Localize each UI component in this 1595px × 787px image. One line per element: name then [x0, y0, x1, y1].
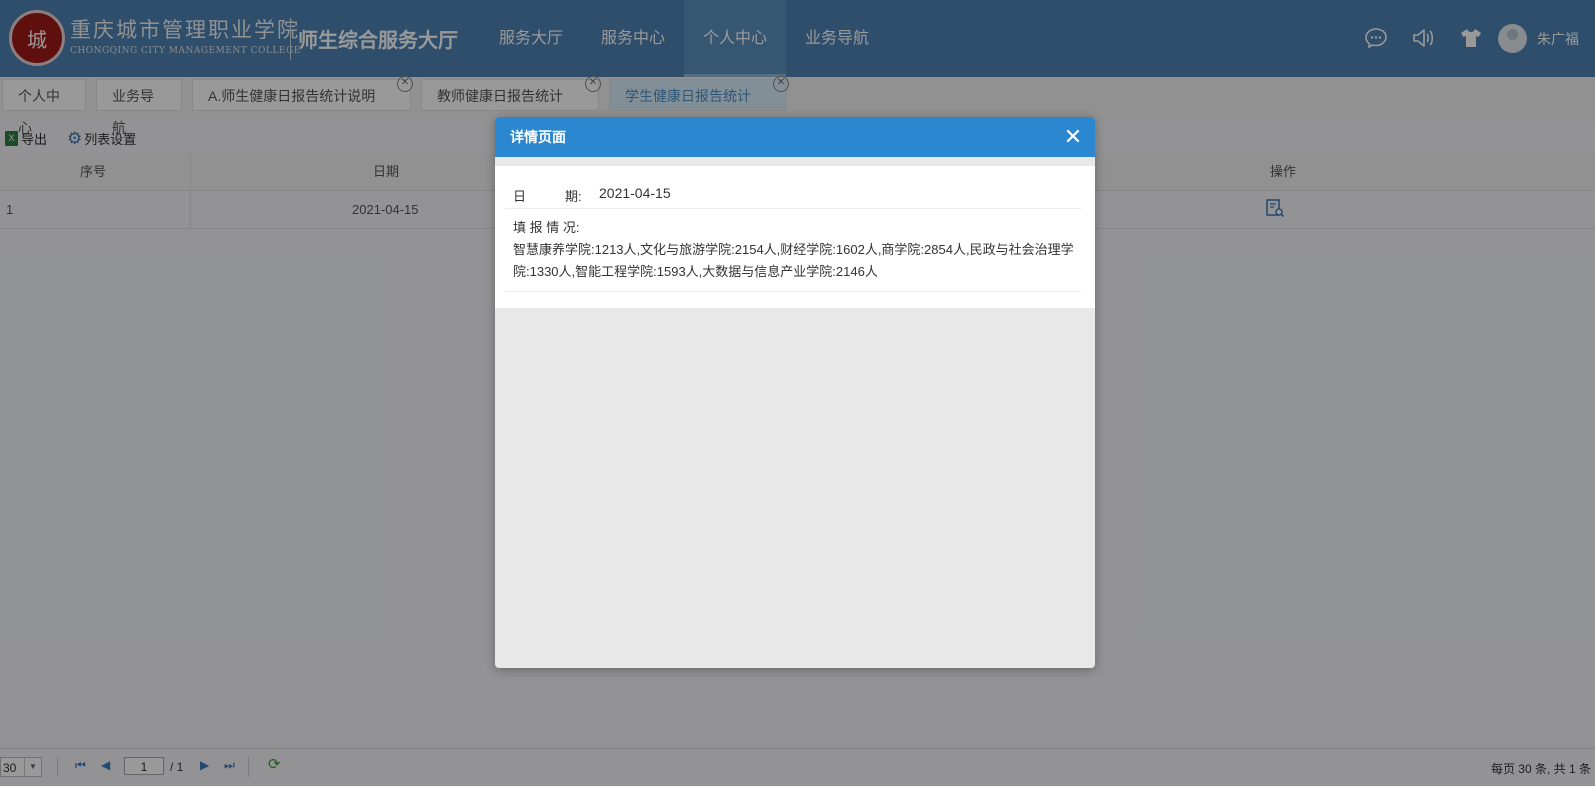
dialog-title: 详情页面: [510, 129, 566, 145]
report-value: 智慧康养学院:1213人,文化与旅游学院:2154人,财经学院:1602人,商学…: [513, 242, 1074, 279]
detail-dialog: 详情页面 ✕ 日 期: 2021-04-15 填 报 情 况: 智慧康养学院:1…: [495, 117, 1095, 668]
report-field-row: 填 报 情 况: 智慧康养学院:1213人,文化与旅游学院:2154人,财经学院…: [505, 209, 1082, 292]
report-label: 填 报 情 况:: [513, 220, 580, 235]
dialog-header: 详情页面 ✕: [495, 117, 1095, 157]
date-value: 2021-04-15: [599, 185, 671, 201]
date-field-row: 日 期: 2021-04-15: [505, 178, 1082, 209]
dialog-body: 日 期: 2021-04-15 填 报 情 况: 智慧康养学院:1213人,文化…: [495, 166, 1095, 308]
date-label: 日 期:: [513, 189, 582, 204]
close-icon[interactable]: ✕: [1063, 117, 1083, 157]
